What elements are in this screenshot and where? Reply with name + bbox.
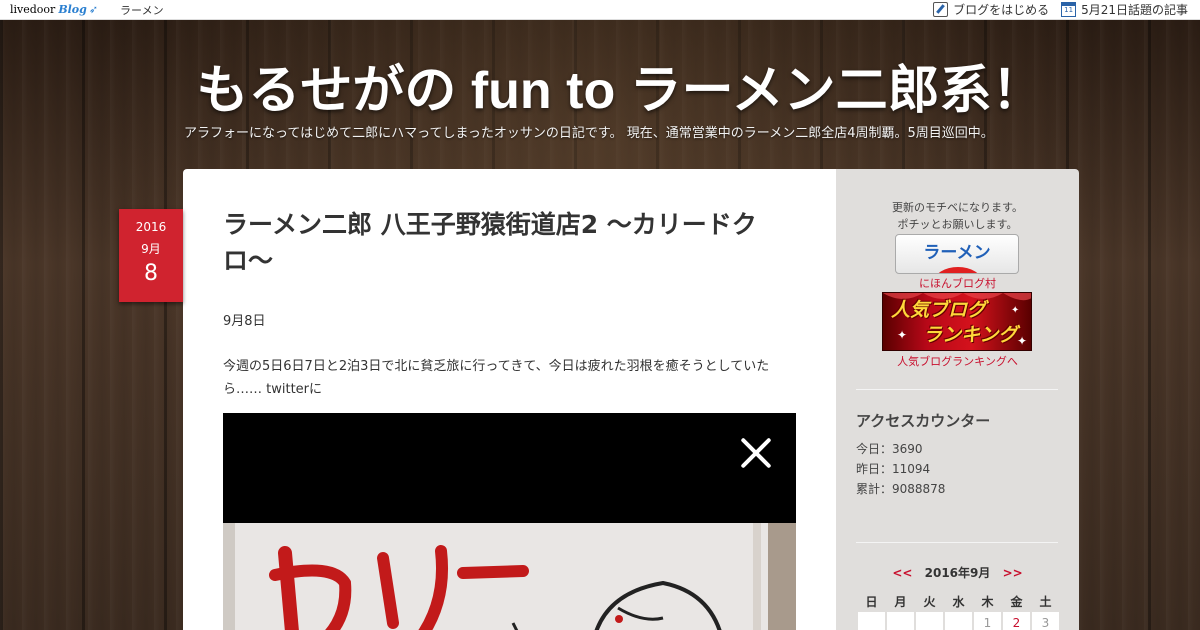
post-date-day: 8 bbox=[144, 261, 158, 286]
nihon-blog-mura-link[interactable]: にほんブログ村 bbox=[836, 275, 1079, 291]
ramen-ranking-button[interactable]: ラーメン bbox=[895, 234, 1019, 274]
pencil-icon bbox=[933, 2, 949, 17]
calendar-day-link[interactable]: 2 bbox=[1003, 612, 1030, 630]
weekday-sat: 土 bbox=[1039, 594, 1052, 609]
content-container: ラーメン二郎 八王子野猿街道店2 〜カリードクロ〜 9月8日 今週の5日6日7日… bbox=[183, 169, 1079, 630]
weekday-sun: 日 bbox=[865, 594, 878, 609]
svg-text:✦: ✦ bbox=[1017, 334, 1027, 348]
svg-text:✦: ✦ bbox=[1011, 305, 1019, 316]
category-link[interactable]: ラーメン bbox=[120, 2, 164, 18]
sidebar: 更新のモチベになります。 ポチッとお願いします。 ラーメン にほんブログ村 ✦ … bbox=[836, 169, 1079, 630]
article-main: ラーメン二郎 八王子野猿街道店2 〜カリードクロ〜 9月8日 今週の5日6日7日… bbox=[183, 169, 836, 630]
counter-total: 累計：9088878 bbox=[856, 482, 946, 496]
post-date-month: 9月 bbox=[141, 242, 161, 256]
ranking-banner[interactable]: ✦ ✦ ✦ 人気ブログ ランキング bbox=[882, 292, 1032, 351]
site-title[interactable]: もるせがの fun to ラーメン二郎系！ bbox=[0, 48, 1200, 123]
close-icon[interactable] bbox=[738, 435, 774, 471]
weekday-thu: 木 bbox=[981, 594, 994, 609]
divider bbox=[856, 389, 1058, 390]
calendar-header: << 2016年9月 >> bbox=[836, 564, 1079, 581]
start-blog-link[interactable]: ブログをはじめる bbox=[933, 1, 1049, 18]
calendar-month: 2016年9月 bbox=[924, 566, 991, 580]
top-bar: livedoor Blog ➶ ラーメン ブログをはじめる 11 5月21日話題… bbox=[0, 0, 1200, 20]
weekday-mon: 月 bbox=[894, 594, 907, 609]
site-description: アラフォーになってはじめて二郎にハマってしまったオッサンの日記です。 現在、通常… bbox=[184, 126, 994, 141]
counter-today: 今日：3690 bbox=[856, 442, 923, 456]
calendar-icon: 11 bbox=[1061, 2, 1077, 17]
popular-blog-ranking-link[interactable]: 人気ブログランキングへ bbox=[836, 353, 1079, 369]
post-paragraph: 今週の5日6日7日と2泊3日で北に貧乏旅に行ってきて、今日は疲れた羽根を癒そうと… bbox=[223, 359, 770, 397]
calendar-table: 日 月 火 水 木 金 土 1 2 3 bbox=[856, 590, 1061, 630]
calendar-day-cell bbox=[945, 612, 972, 630]
calendar-prev-link[interactable]: << bbox=[892, 566, 912, 580]
post-image-viewer[interactable] bbox=[223, 413, 796, 630]
counter-yesterday: 昨日：11094 bbox=[856, 462, 931, 476]
trending-articles-link[interactable]: 11 5月21日話題の記事 bbox=[1061, 1, 1188, 18]
post-paragraph: 9月8日 bbox=[223, 314, 266, 329]
weekday-tue: 火 bbox=[923, 594, 936, 609]
support-note: 更新のモチベになります。 ポチッとお願いします。 bbox=[892, 201, 1023, 231]
livedoor-blog-logo[interactable]: livedoor Blog ➶ bbox=[10, 3, 98, 16]
calendar-day-cell: 3 bbox=[1032, 612, 1059, 630]
calendar-week-row: 1 2 3 bbox=[858, 612, 1059, 630]
access-counter-heading: アクセスカウンター bbox=[856, 412, 991, 430]
calendar-day-cell bbox=[887, 612, 914, 630]
post-date-year: 2016 bbox=[135, 220, 167, 234]
svg-text:✦: ✦ bbox=[897, 328, 907, 342]
divider bbox=[856, 542, 1058, 543]
post-title[interactable]: ラーメン二郎 八王子野猿街道店2 〜カリードクロ〜 bbox=[223, 207, 783, 279]
bird-icon: ➶ bbox=[88, 3, 99, 16]
calendar-day-cell bbox=[858, 612, 885, 630]
post-photo[interactable] bbox=[223, 523, 796, 630]
calendar-day-cell: 1 bbox=[974, 612, 1001, 630]
post-date-badge: 2016 9月 8 bbox=[119, 209, 183, 302]
calendar-day-cell bbox=[916, 612, 943, 630]
calendar-weekday-row: 日 月 火 水 木 金 土 bbox=[858, 592, 1059, 610]
calendar-next-link[interactable]: >> bbox=[1003, 566, 1023, 580]
weekday-wed: 水 bbox=[952, 594, 965, 609]
handwritten-sign-image bbox=[223, 523, 796, 630]
weekday-fri: 金 bbox=[1010, 594, 1023, 609]
